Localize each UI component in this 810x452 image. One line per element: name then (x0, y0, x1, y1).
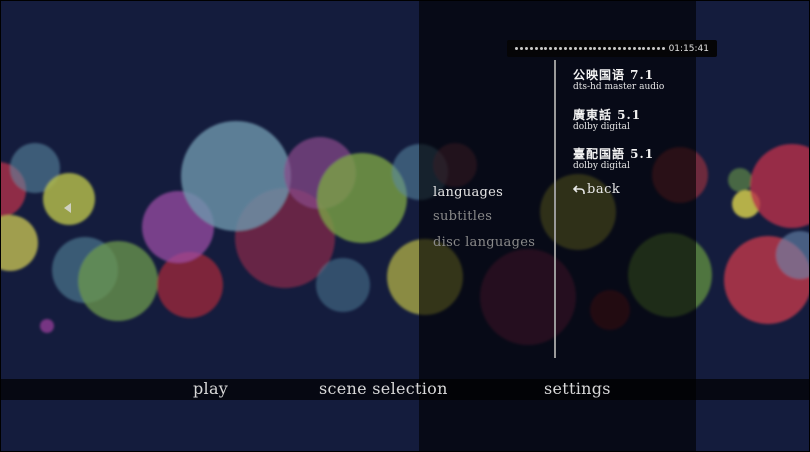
menu-item-languages[interactable]: languages (433, 185, 503, 201)
timeline-dot (568, 47, 572, 50)
timeline-dot (524, 47, 528, 50)
bokeh-circle (78, 241, 158, 321)
timeline-dot (583, 47, 587, 50)
back-arrow-icon (572, 184, 585, 196)
bokeh-circle (316, 258, 370, 312)
disc-menu-screen: 01:15:41 languages subtitles disc langua… (0, 0, 810, 452)
bokeh-circle (43, 173, 95, 225)
nav-settings[interactable]: settings (544, 379, 611, 399)
audio-track-format: dts-hd master audio (573, 82, 665, 92)
audio-track-title: 廣東話 5.1 (573, 108, 642, 122)
timeline-dot (539, 47, 543, 50)
timeline-dot (652, 47, 656, 50)
timeline-dot (593, 47, 597, 50)
timeline-dot (529, 47, 533, 50)
timeline-dot (662, 47, 665, 50)
timeline-dot (637, 47, 641, 50)
menu-divider-line (554, 60, 556, 358)
timeline-dot (519, 47, 523, 50)
timeline-dot (657, 47, 661, 50)
bokeh-circle (728, 168, 752, 192)
timeline-dot (559, 47, 563, 50)
timeline-dot (544, 47, 548, 50)
timeline-dot (613, 47, 616, 50)
audio-track-option[interactable]: 廣東話 5.1 dolby digital (573, 108, 641, 133)
timeline-dot (573, 47, 577, 50)
bokeh-circle (157, 252, 223, 318)
bokeh-circle (40, 319, 54, 333)
timeline-dot (647, 47, 651, 50)
timeline-dot (564, 47, 567, 50)
timeline-bar: 01:15:41 (507, 40, 717, 57)
menu-item-disc-languages[interactable]: disc languages (433, 235, 535, 251)
timeline-dot (632, 47, 636, 50)
timeline-dot (608, 47, 612, 50)
timeline-dot (588, 47, 592, 50)
menu-item-subtitles[interactable]: subtitles (433, 209, 492, 225)
timeline-dot (603, 47, 607, 50)
bokeh-circle (181, 121, 291, 231)
left-arrow-icon[interactable] (64, 203, 71, 213)
audio-track-format: dolby digital (573, 122, 630, 132)
timeline-dot (515, 47, 518, 50)
audio-track-format: dolby digital (573, 161, 630, 171)
nav-scene-selection[interactable]: scene selection (319, 379, 448, 399)
audio-track-title: 臺配国語 5.1 (573, 147, 655, 161)
timeline-dot (549, 47, 553, 50)
bokeh-circle (750, 144, 810, 228)
back-button[interactable]: back (572, 182, 621, 198)
nav-play[interactable]: play (193, 379, 228, 399)
timeline-dot (554, 47, 558, 50)
timeline-dot (578, 47, 582, 50)
timeline-time: 01:15:41 (668, 44, 709, 54)
audio-track-option[interactable]: 公映国语 7.1 dts-hd master audio (573, 68, 664, 93)
timeline-dot (627, 47, 631, 50)
timeline-dot (598, 47, 602, 50)
timeline-dot (534, 47, 538, 50)
back-label: back (587, 182, 621, 197)
timeline-dot (622, 47, 626, 50)
audio-track-option[interactable]: 臺配国語 5.1 dolby digital (573, 147, 654, 172)
timeline-dot (617, 47, 621, 50)
bokeh-circle (0, 215, 38, 271)
timeline-dot (642, 47, 646, 50)
audio-track-title: 公映国语 7.1 (573, 68, 655, 82)
